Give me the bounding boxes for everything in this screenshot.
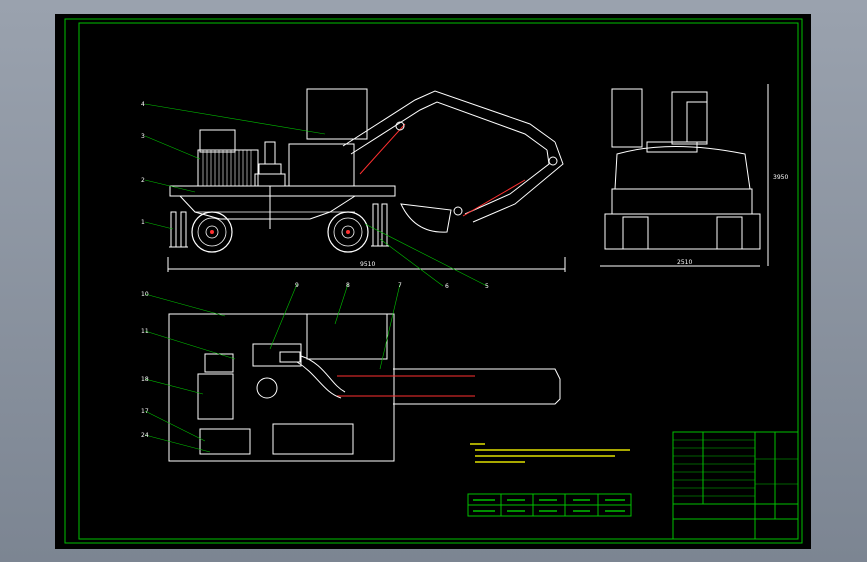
cab-block	[288, 143, 355, 187]
engine-block	[197, 129, 259, 187]
side-dim-text: 9510	[360, 261, 375, 268]
front-view: 2510 3950	[600, 84, 788, 267]
cad-viewport[interactable]: 9 5 10 4 3 2 1 6 5 2510 3950 10 9 8 7 11 1…	[0, 0, 867, 562]
title-block	[672, 431, 799, 540]
rear-outriggers	[169, 211, 188, 248]
balloon-5: 5	[485, 283, 489, 290]
tank-block	[306, 88, 368, 140]
drawing-canvas: 9 5 10 4 3 2 1 6 5 2510 3950 10 9 8 7 11 1…	[64, 18, 803, 544]
plan-view: 10 9 8 7 11 18 17 24	[141, 282, 561, 462]
balloon-10: 10	[141, 291, 149, 298]
parameter-table	[467, 493, 632, 517]
balloon-7: 7	[398, 282, 402, 289]
front-outriggers	[371, 203, 389, 247]
bucket	[400, 203, 452, 233]
balloon-24: 24	[141, 432, 149, 439]
outer-border	[64, 18, 803, 544]
drill-head	[254, 141, 286, 229]
front-dim-height: 3950	[773, 174, 788, 181]
balloon-6: 6	[445, 283, 449, 290]
balloon-2: 2	[141, 177, 145, 184]
front-wheel	[327, 211, 369, 253]
boom-arm	[342, 90, 564, 223]
balloon-4: 4	[141, 101, 145, 108]
technical-requirements	[470, 443, 630, 463]
balloon-3: 3	[141, 133, 145, 140]
chassis-deck	[169, 185, 396, 197]
side-view: 9510 4 3 2 1 6 5	[141, 88, 566, 290]
balloon-9: 9	[295, 282, 299, 289]
balloon-11: 11	[141, 328, 149, 335]
balloon-17: 17	[141, 408, 149, 415]
chassis-frame	[179, 195, 356, 220]
balloon-1: 1	[141, 219, 145, 226]
balloon-18: 18	[141, 376, 149, 383]
side-balloon-leaders	[144, 103, 488, 287]
balloon-8: 8	[346, 282, 350, 289]
drawing-sheet: 9 5 10 4 3 2 1 6 5 2510 3950 10 9 8 7 11 1…	[55, 14, 811, 549]
front-dim-width: 2510	[677, 259, 692, 266]
inner-border	[78, 22, 799, 540]
rear-wheel	[191, 211, 233, 253]
